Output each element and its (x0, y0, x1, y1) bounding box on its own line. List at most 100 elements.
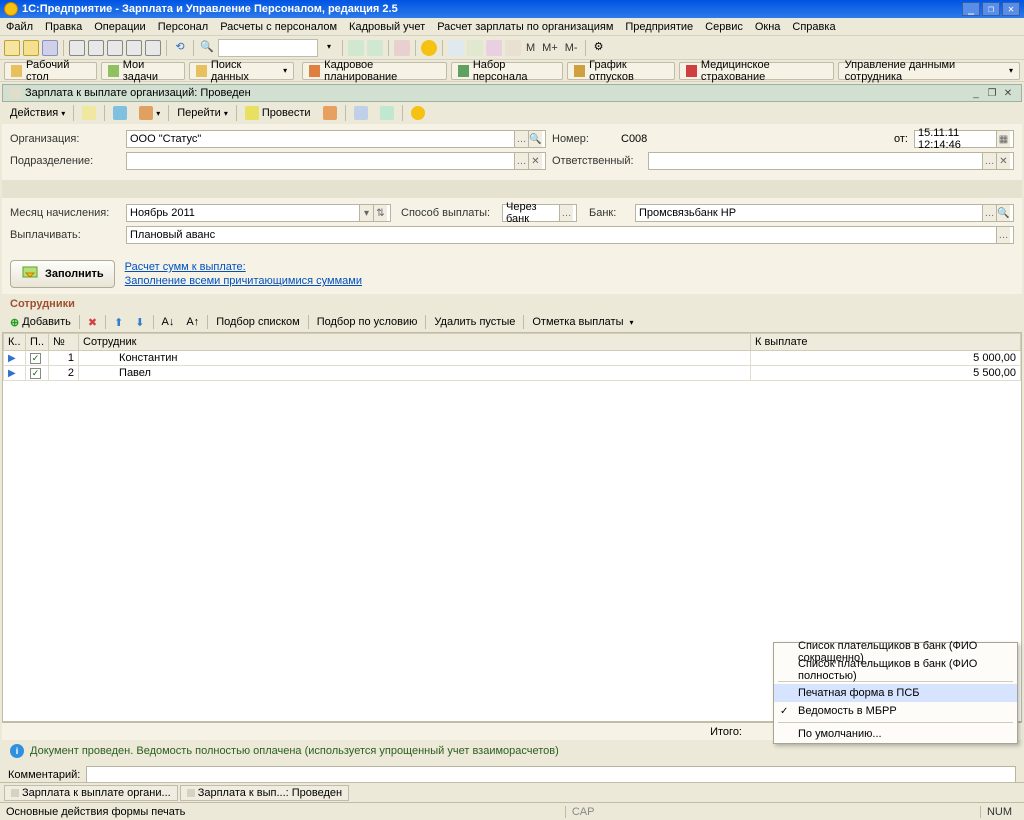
menu-edit[interactable]: Правка (45, 21, 82, 33)
responsible-label: Ответственный: (552, 155, 642, 167)
m-label[interactable]: М (524, 42, 537, 54)
new-icon[interactable] (4, 40, 20, 56)
minimize-button[interactable]: _ (962, 2, 980, 16)
paste-icon[interactable] (107, 40, 123, 56)
provesti-button[interactable]: Провести (241, 104, 315, 122)
col-k[interactable]: К.. (4, 334, 26, 351)
fill-link-1[interactable]: Расчет сумм к выплате: (125, 260, 362, 274)
select-cond-button[interactable]: Подбор по условию (313, 313, 422, 331)
print-menu-item-5[interactable]: По умолчанию... (774, 725, 1017, 743)
search-input[interactable] (218, 39, 318, 57)
col-p[interactable]: П.. (26, 334, 49, 351)
tool2-icon[interactable] (486, 40, 502, 56)
from-label: от: (894, 133, 908, 145)
mplus-label[interactable]: М+ (540, 42, 560, 54)
doc-minimize-button[interactable]: _ (969, 87, 983, 99)
calendar-icon[interactable] (448, 40, 464, 56)
menu-org-payroll[interactable]: Расчет зарплаты по организациям (437, 21, 613, 33)
sort-desc-icon[interactable]: A↑ (182, 313, 203, 331)
menu-help[interactable]: Справка (792, 21, 835, 33)
doc-restore-button[interactable]: ❐ (985, 87, 999, 99)
open-icon[interactable] (23, 40, 39, 56)
tab-emp-data[interactable]: Управление данными сотрудника▾ (838, 62, 1020, 80)
table-row[interactable]: ▶ ✓ 1 Константин 5 000,00 (4, 351, 1021, 366)
close-button[interactable]: ✕ (1002, 2, 1020, 16)
cut-icon[interactable] (69, 40, 85, 56)
refresh2-icon[interactable] (367, 40, 383, 56)
menu-service[interactable]: Сервис (705, 21, 743, 33)
delete-empty-button[interactable]: Удалить пустые (430, 313, 519, 331)
doc-close-button[interactable]: ✕ (1001, 87, 1015, 99)
tb-new-icon[interactable] (78, 104, 100, 122)
sort-asc-icon[interactable]: A↓ (158, 313, 179, 331)
row-checkbox[interactable]: ✓ (30, 353, 41, 364)
paste2-icon[interactable] (126, 40, 142, 56)
number-field: С008 (618, 130, 698, 148)
date-field[interactable]: 15.11.11 12:14:46▦ (914, 130, 1014, 148)
undo-icon[interactable]: ⟲ (172, 40, 188, 56)
copy-icon[interactable] (88, 40, 104, 56)
col-amount[interactable]: К выплате (751, 334, 1021, 351)
tb-help-icon[interactable] (407, 104, 429, 122)
help-icon[interactable] (421, 40, 437, 56)
search-icon[interactable]: 🔍 (199, 40, 215, 56)
col-n[interactable]: № (49, 334, 79, 351)
print-menu-item-2[interactable]: Список плательщиков в банк (ФИО полность… (774, 661, 1017, 679)
refresh-icon[interactable] (348, 40, 364, 56)
tab-recruit[interactable]: Набор персонала (451, 62, 563, 80)
mminus-label[interactable]: М- (563, 42, 580, 54)
tab-vacation[interactable]: График отпусков (567, 62, 675, 80)
mark-payment-button[interactable]: Отметка выплаты▾ (528, 313, 637, 331)
menu-hr[interactable]: Кадровый учет (349, 21, 425, 33)
select-list-button[interactable]: Подбор списком (212, 313, 304, 331)
table-row[interactable]: ▶ ✓ 2 Павел 5 500,00 (4, 366, 1021, 381)
row-arrow-icon: ▶ (8, 353, 16, 364)
paymethod-field[interactable]: Через банк… (502, 204, 577, 222)
tab-desktop[interactable]: Рабочий стол (4, 62, 97, 80)
tb-list2-icon[interactable] (376, 104, 398, 122)
org-field[interactable]: ООО "Статус"…🔍 (126, 130, 546, 148)
delete-row-icon[interactable]: ✖ (84, 313, 101, 331)
calc-icon[interactable] (467, 40, 483, 56)
menu-personnel[interactable]: Персонал (158, 21, 209, 33)
move-up-icon[interactable]: ⬆ (110, 313, 127, 331)
tab-tasks[interactable]: Мои задачи (101, 62, 185, 80)
tb-link-icon[interactable]: ▾ (135, 104, 164, 122)
move-down-icon[interactable]: ⬇ (131, 313, 148, 331)
print-icon[interactable] (145, 40, 161, 56)
search-drop-icon[interactable]: ▾ (321, 40, 337, 56)
row-arrow-icon: ▶ (8, 368, 16, 379)
col-emp[interactable]: Сотрудник (79, 334, 751, 351)
menu-windows[interactable]: Окна (755, 21, 781, 33)
tab-medical[interactable]: Медицинское страхование (679, 62, 834, 80)
tool-icon[interactable] (394, 40, 410, 56)
responsible-field[interactable]: …✕ (648, 152, 1014, 170)
add-button[interactable]: ⊕Добавить (6, 313, 75, 331)
restore-button[interactable]: ❐ (982, 2, 1000, 16)
tb-doc-icon[interactable] (319, 104, 341, 122)
division-field[interactable]: …✕ (126, 152, 546, 170)
tab-search[interactable]: Поиск данных▾ (189, 62, 294, 80)
bank-field[interactable]: Промсвязьбанк НР…🔍 (635, 204, 1014, 222)
fill-button[interactable]: Заполнить (10, 260, 115, 288)
print-menu-item-4[interactable]: ✓Ведомость в МБРР (774, 702, 1017, 720)
goto-button[interactable]: Перейти▾ (173, 104, 232, 122)
row-checkbox[interactable]: ✓ (30, 368, 41, 379)
users-icon[interactable] (505, 40, 521, 56)
window-tab-1[interactable]: Зарплата к выплате органи... (4, 785, 178, 801)
tab-planning[interactable]: Кадровое планирование (302, 62, 447, 80)
window-tab-2[interactable]: Зарплата к вып...: Проведен (180, 785, 349, 801)
menu-payroll-calc[interactable]: Расчеты с персоналом (220, 21, 337, 33)
settings-icon[interactable]: ⚙ (591, 40, 607, 56)
month-field[interactable]: Ноябрь 2011▾⇅ (126, 204, 391, 222)
pay-field[interactable]: Плановый аванс… (126, 226, 1014, 244)
menu-operations[interactable]: Операции (94, 21, 145, 33)
tb-list1-icon[interactable] (350, 104, 372, 122)
actions-button[interactable]: Действия▾ (6, 104, 69, 122)
print-menu-item-3[interactable]: Печатная форма в ПСБ (774, 684, 1017, 702)
menu-file[interactable]: Файл (6, 21, 33, 33)
save-icon[interactable] (42, 40, 58, 56)
fill-link-2[interactable]: Заполнение всеми причитающимися суммами (125, 274, 362, 288)
menu-enterprise[interactable]: Предприятие (625, 21, 693, 33)
tb-book-icon[interactable] (109, 104, 131, 122)
